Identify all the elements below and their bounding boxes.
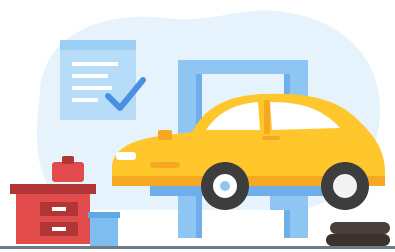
car-service-illustration bbox=[0, 0, 395, 252]
toolbox-icon bbox=[10, 156, 96, 244]
storage-box bbox=[88, 212, 120, 246]
illustration-canvas bbox=[0, 10, 395, 249]
floor bbox=[0, 246, 395, 249]
tire-stack-icon bbox=[326, 222, 390, 246]
checklist-icon bbox=[60, 40, 146, 120]
